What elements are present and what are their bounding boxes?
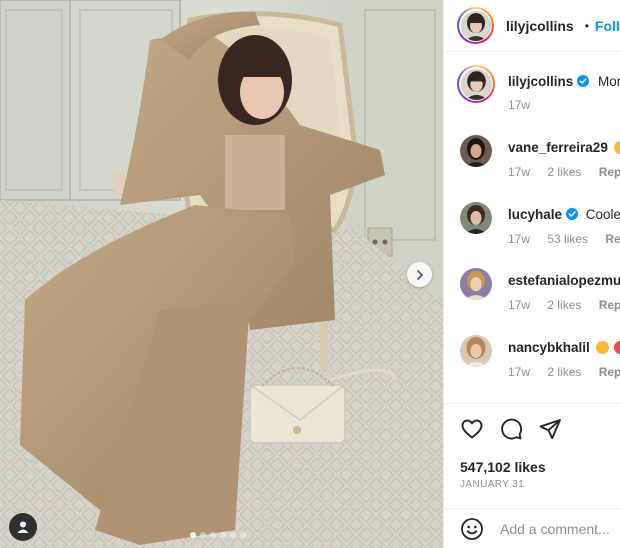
reply-button[interactable]: Reply (599, 365, 620, 379)
comment-composer (444, 508, 620, 548)
user-tag-icon (17, 521, 29, 533)
commenter-avatar[interactable] (460, 202, 492, 234)
heart-icon[interactable] (460, 417, 484, 441)
comment-row: lucyhale Coolest 17w 53 likes Reply (444, 200, 620, 260)
action-bar (460, 417, 562, 441)
separator-dot: • (584, 18, 589, 33)
follow-button[interactable]: Follow (595, 18, 620, 34)
comment-username[interactable]: estefanialopezmu (508, 273, 620, 288)
heart-emoji-icon (614, 341, 620, 354)
carousel-dot (190, 532, 196, 538)
reply-button[interactable]: Reply (605, 232, 620, 246)
caption-age: 17w (508, 98, 531, 112)
carousel-dot (200, 532, 206, 538)
caption-username[interactable]: lilyjcollins (508, 74, 573, 89)
comment-username[interactable]: vane_ferreira29 (508, 140, 608, 155)
comment-row: vane_ferreira29 17w 2 likes Reply (444, 133, 620, 193)
carousel-dot (230, 532, 236, 538)
comment-username[interactable]: lucyhale (508, 207, 562, 222)
comment-meta: 17w 53 likes Reply (508, 232, 620, 246)
commenter-avatar[interactable] (460, 268, 492, 300)
comment-username[interactable]: nancybkhalil (508, 340, 590, 355)
commenter-avatar[interactable] (460, 135, 492, 167)
caption-meta: 17w (508, 98, 544, 112)
share-icon[interactable] (538, 417, 562, 441)
comment-likes[interactable]: 2 likes (547, 365, 581, 379)
post-photo[interactable] (0, 0, 443, 548)
heart-eyes-emoji-icon (595, 341, 609, 354)
comment-input[interactable] (500, 521, 620, 537)
comment-text: Coolest (585, 207, 620, 222)
comments-list[interactable]: lilyjcollins Mon 17w (444, 53, 620, 403)
chevron-right-icon (416, 269, 423, 280)
carousel-dot (210, 532, 216, 538)
author-avatar[interactable] (457, 7, 494, 44)
post-date: JANUARY 31 (460, 479, 525, 490)
comment-likes[interactable]: 53 likes (547, 232, 588, 246)
commenter-avatar[interactable] (460, 335, 492, 367)
carousel-dot (240, 532, 246, 538)
caption-text: Mon (598, 74, 620, 89)
comment-row: nancybkhalil 17w 2 likes Reply (444, 333, 620, 393)
user-tag-button[interactable] (9, 513, 37, 541)
verified-badge-icon (566, 208, 579, 220)
comment-likes[interactable]: 2 likes (547, 298, 581, 312)
carousel-indicator (190, 532, 246, 538)
comment-meta: 17w 2 likes Reply (508, 298, 620, 312)
comment-row: estefanialopezmu 17w 2 likes Reply (444, 266, 620, 326)
author-username[interactable]: lilyjcollins (506, 18, 574, 34)
caption-avatar[interactable] (457, 65, 495, 103)
comment-age: 17w (508, 365, 531, 379)
comment-likes[interactable]: 2 likes (547, 165, 581, 179)
reply-button[interactable]: Reply (599, 165, 620, 179)
likes-count[interactable]: 547,102 likes (460, 459, 546, 475)
photo-scene (0, 0, 443, 548)
heart-eyes-emoji-icon (613, 141, 620, 154)
post-modal: lilyjcollins • Follow (0, 0, 620, 548)
caption-avatar-image (460, 68, 492, 100)
commenter-avatar-image (460, 268, 492, 300)
comment-age: 17w (508, 298, 531, 312)
carousel-next-button[interactable] (407, 262, 432, 287)
comment-icon[interactable] (499, 417, 523, 441)
comment-age: 17w (508, 232, 531, 246)
verified-badge-icon (577, 75, 590, 87)
author-avatar-image (460, 10, 491, 41)
commenter-avatar-image (460, 335, 492, 367)
post-sidebar: lilyjcollins • Follow (443, 0, 620, 548)
reply-button[interactable]: Reply (599, 298, 620, 312)
comment-meta: 17w 2 likes Reply (508, 165, 620, 179)
comment-meta: 17w 2 likes Reply (508, 365, 620, 379)
commenter-avatar-image (460, 202, 492, 234)
caption-row: lilyjcollins Mon 17w (444, 65, 620, 125)
emoji-icon[interactable] (460, 517, 484, 541)
comment-age: 17w (508, 165, 531, 179)
post-header: lilyjcollins • Follow (444, 0, 620, 52)
post-actions: 547,102 likes JANUARY 31 (444, 403, 620, 548)
carousel-dot (220, 532, 226, 538)
commenter-avatar-image (460, 135, 492, 167)
